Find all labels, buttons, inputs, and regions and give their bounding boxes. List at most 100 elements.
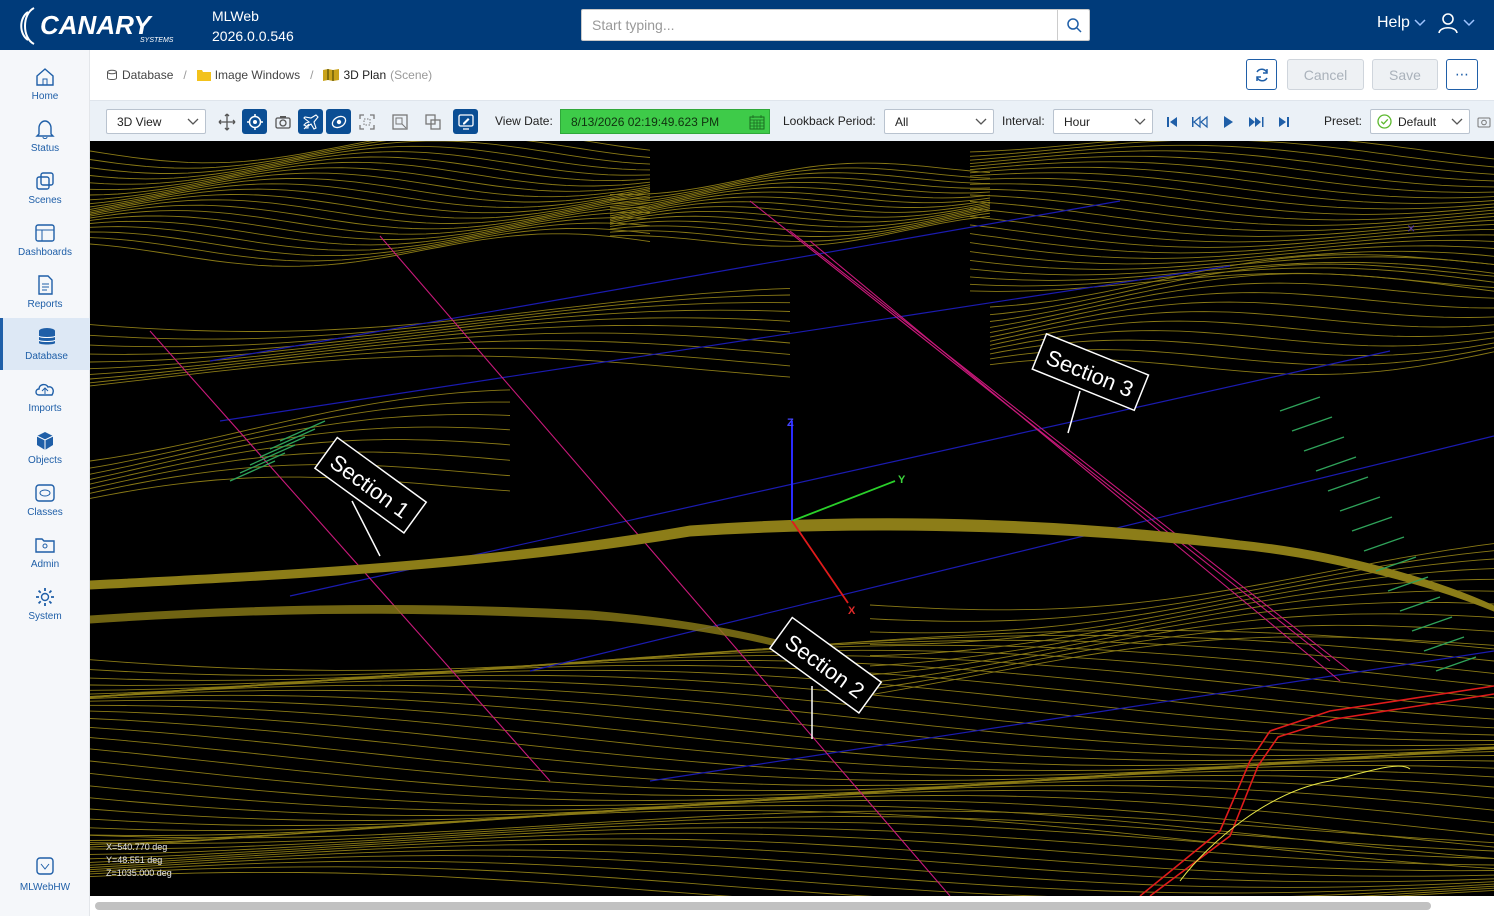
chevron-down-icon: [975, 118, 987, 125]
canary-logo[interactable]: CANARY SYSTEMS: [18, 4, 198, 48]
terrain-scene[interactable]: Z Y X Section 1 Section 2 Section 3 ×: [90, 141, 1494, 896]
lookback-value: All: [895, 114, 909, 129]
sidebar-item-home[interactable]: Home: [0, 58, 90, 110]
camera-icon: [274, 115, 291, 129]
hatch-line: [1279, 396, 1321, 412]
contour-line: [969, 183, 1494, 215]
scrollbar-thumb[interactable]: [95, 902, 1431, 910]
marker-x-icon: ×: [1407, 220, 1415, 236]
contour-line: [90, 177, 651, 208]
hatch-line: [1399, 596, 1441, 612]
edit-screen-icon: [457, 113, 474, 130]
save-button[interactable]: Save: [1372, 59, 1438, 90]
fast-forward-button[interactable]: [1243, 109, 1268, 134]
chevron-down-icon: [1134, 118, 1146, 125]
gear-icon: [36, 588, 54, 606]
3d-viewport[interactable]: Z Y X Section 1 Section 2 Section 3 × X=…: [90, 141, 1494, 896]
hatch-line: [1351, 516, 1393, 532]
sidebar-item-status[interactable]: Status: [0, 110, 90, 162]
sidebar-item-imports[interactable]: Imports: [0, 370, 90, 422]
sidebar-item-classes[interactable]: Classes: [0, 474, 90, 526]
camera-icon: [1477, 117, 1491, 127]
sidebar-item-label: Home: [31, 91, 59, 102]
play-button[interactable]: [1215, 109, 1240, 134]
orbit-mode-button[interactable]: [326, 109, 351, 134]
breadcrumb-3d-plan[interactable]: 3D Plan (Scene): [323, 68, 432, 82]
sidebar-item-admin[interactable]: Admin: [0, 526, 90, 578]
hatch-line: [1327, 476, 1369, 492]
database-icon: [38, 328, 55, 345]
sidebar-item-label: Admin: [30, 559, 60, 570]
bell-icon: [35, 120, 55, 139]
folder-icon: [196, 70, 211, 81]
sidebar-item-label: Imports: [28, 403, 62, 414]
preset-label: Preset:: [1324, 114, 1363, 128]
preset-select[interactable]: Default: [1370, 109, 1470, 134]
search-input[interactable]: [582, 10, 1057, 40]
skip-end-icon: [1278, 116, 1289, 127]
sidebar-item-system[interactable]: System: [0, 578, 90, 630]
cancel-button[interactable]: Cancel: [1287, 59, 1364, 90]
search-button[interactable]: [1057, 10, 1089, 40]
refresh-button[interactable]: [1246, 59, 1277, 90]
user-menu[interactable]: [1437, 12, 1475, 34]
target-tool-button[interactable]: [242, 109, 267, 134]
step-back-button[interactable]: [1187, 109, 1212, 134]
contour-line: [970, 188, 1494, 221]
coord-z: Z=1035.000 deg: [106, 868, 172, 878]
lookback-select[interactable]: All: [884, 109, 994, 134]
svg-text:SYSTEMS: SYSTEMS: [140, 37, 174, 44]
app-name: MLWeb: [212, 8, 259, 24]
camera-coordinates: X=540.770 deg Y=48.551 deg Z=1035.000 de…: [106, 841, 172, 880]
view-date-field[interactable]: 8/13/2026 02:19:49.623 PM: [560, 109, 770, 134]
section-label-2[interactable]: Section 2: [768, 616, 883, 739]
horizontal-scrollbar[interactable]: [90, 896, 1494, 916]
top-header: CANARY SYSTEMS MLWeb 2026.0.0.546 Help: [0, 0, 1494, 50]
contour-line: [90, 800, 1494, 848]
more-actions-button[interactable]: ⋯: [1446, 59, 1478, 90]
contour-line: [969, 245, 1494, 265]
sidebar-item-scenes[interactable]: Scenes: [0, 162, 90, 214]
contour-line: [90, 780, 1494, 821]
sidebar-item-dashboards[interactable]: Dashboards: [0, 214, 90, 266]
coord-y: Y=48.551 deg: [106, 855, 163, 865]
skip-to-start-button[interactable]: [1159, 109, 1184, 134]
sidebar-footer-mlwebhw[interactable]: MLWebHW: [0, 856, 90, 902]
section-lines: [149, 200, 1351, 896]
breadcrumb-database[interactable]: Database: [106, 68, 173, 82]
hatch-line: [1423, 636, 1465, 652]
scenes-icon: [36, 172, 54, 190]
calendar-icon[interactable]: [749, 114, 765, 130]
help-menu[interactable]: Help: [1377, 14, 1426, 32]
view-mode-select[interactable]: 3D View: [106, 109, 206, 134]
user-icon: [1438, 13, 1458, 34]
pan-tool-button[interactable]: [214, 109, 239, 134]
copy-view-button[interactable]: [420, 109, 445, 134]
hatch-line: [1411, 616, 1453, 632]
sidebar-item-database[interactable]: Database: [0, 318, 90, 370]
snapshot-button[interactable]: [270, 109, 295, 134]
annotate-button[interactable]: [453, 109, 478, 134]
zoom-window-button[interactable]: [387, 109, 412, 134]
search-box: [581, 9, 1090, 41]
scene-tag: (Scene): [390, 68, 433, 82]
contour-line: [969, 155, 1494, 188]
preset-snapshot-button[interactable]: [1475, 109, 1493, 134]
section-label-1[interactable]: Section 1: [313, 436, 428, 557]
contour-line: [90, 694, 1494, 761]
scene-toolbar: 3D View View Date: 8/13/2026 02:19:49.62…: [90, 100, 1494, 141]
fit-extents-button[interactable]: [354, 109, 379, 134]
contour-line: [969, 177, 1494, 210]
contour-line: [969, 272, 1494, 292]
chevron-down-icon: [187, 118, 199, 125]
database-icon: [107, 69, 117, 80]
interval-select[interactable]: Hour: [1053, 109, 1153, 134]
fly-mode-button[interactable]: [298, 109, 323, 134]
breadcrumb-image-windows[interactable]: Image Windows: [196, 68, 300, 82]
view-mode-value: 3D View: [117, 114, 162, 129]
breadcrumb-separator: /: [310, 68, 314, 82]
skip-to-end-button[interactable]: [1271, 109, 1296, 134]
map-icon: [323, 69, 340, 81]
sidebar-item-objects[interactable]: Objects: [0, 422, 90, 474]
sidebar-item-reports[interactable]: Reports: [0, 266, 90, 318]
